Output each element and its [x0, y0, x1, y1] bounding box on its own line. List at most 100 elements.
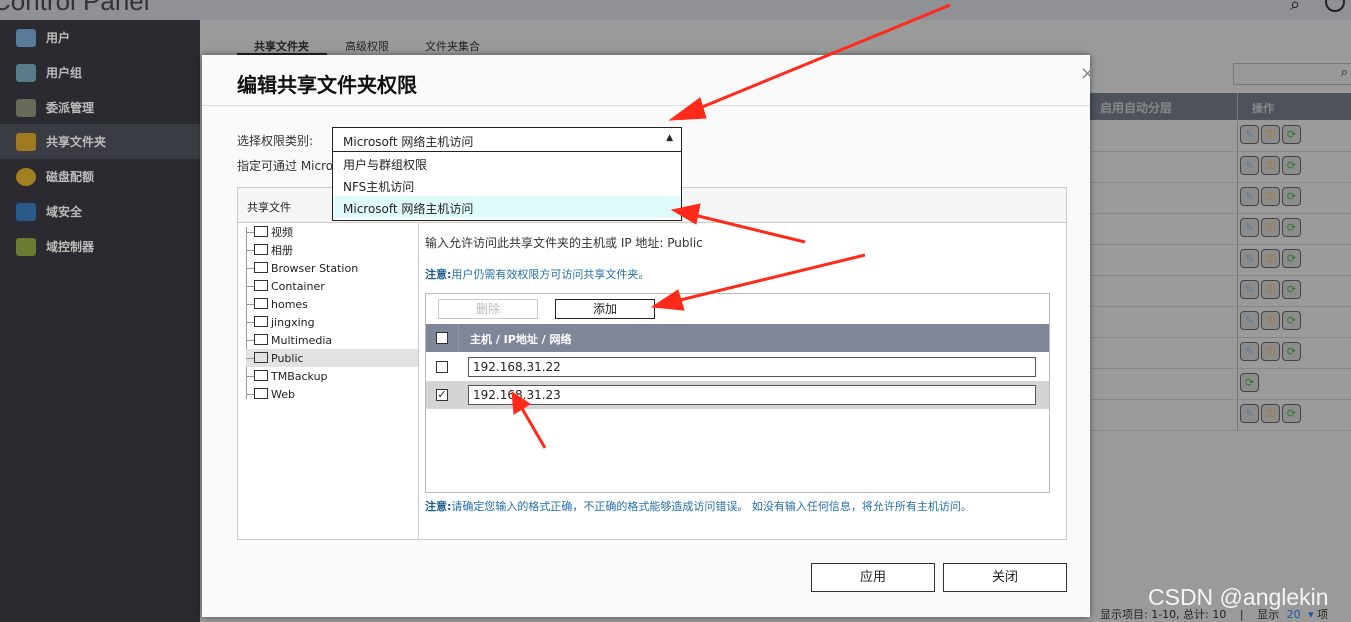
tab-folder-aggregation[interactable]: 文件夹集合 [425, 38, 480, 54]
search-icon: ⌕ [1340, 65, 1348, 80]
edit-icon[interactable]: ✎ [1240, 280, 1259, 299]
refresh-icon[interactable]: ⟳ [1282, 156, 1301, 175]
watermark: CSDN @anglekin [1148, 584, 1329, 610]
refresh-icon[interactable]: ⟳ [1282, 249, 1301, 268]
close-button[interactable]: 关闭 [943, 563, 1067, 592]
sidebar-item-label: 共享文件夹 [46, 135, 107, 149]
col-tiering: 启用自动分层 [1100, 101, 1173, 115]
permission-icon[interactable]: ⚿ [1261, 156, 1280, 175]
add-button[interactable]: 添加 [555, 299, 655, 319]
folder-item[interactable]: Multimedia [246, 331, 418, 349]
domain-controller-icon [16, 237, 36, 256]
search-input[interactable]: ⌕ [1233, 63, 1351, 85]
permission-icon[interactable]: ⚿ [1261, 311, 1280, 330]
edit-icon[interactable]: ✎ [1240, 218, 1259, 237]
edit-icon[interactable]: ✎ [1240, 404, 1259, 423]
host-row: ✓ 192.168.31.23 [426, 381, 1049, 409]
refresh-icon[interactable]: ⟳ [1282, 280, 1301, 299]
refresh-icon[interactable]: ⟳ [1282, 125, 1301, 144]
sidebar-item-delegation[interactable]: 委派管理 [0, 90, 200, 125]
option-user-group[interactable]: 用户与群组权限 [333, 152, 681, 174]
permission-icon[interactable]: ⚿ [1261, 280, 1280, 299]
refresh-icon[interactable]: ⟳ [1282, 218, 1301, 237]
folder-item[interactable]: 视频 [246, 223, 418, 241]
folder-item[interactable]: Web [246, 385, 418, 403]
permission-icon[interactable]: ⚿ [1261, 249, 1280, 268]
table-row [1090, 307, 1351, 338]
folder-label: homes [271, 297, 308, 311]
apply-button[interactable]: 应用 [811, 563, 935, 592]
note-format: 注意:请确定您输入的格式正确，不正确的格式能够造成访问错误。 如没有输入任何信息… [425, 498, 972, 514]
folder-icon [254, 297, 268, 309]
row-actions: ✎ ⚿ ⟳ [1240, 280, 1301, 299]
row-actions: ✎ ⚿ ⟳ [1240, 342, 1301, 361]
refresh-icon[interactable]: ⟳ [1282, 342, 1301, 361]
sidebar-item-shared-folders[interactable]: 共享文件夹 [0, 124, 200, 159]
sidebar-item-domain-controller[interactable]: 域控制器 [0, 229, 200, 264]
option-nfs[interactable]: NFS主机访问 [333, 174, 681, 196]
permission-type-select[interactable]: Microsoft 网络主机访问 ▲ [332, 127, 682, 152]
row-checkbox[interactable]: ✓ [436, 389, 448, 401]
user-group-icon [16, 63, 36, 82]
specify-text: 指定可通过 Micro [237, 159, 334, 173]
user-icon [16, 28, 36, 47]
delete-button[interactable]: 删除 [438, 299, 538, 319]
option-microsoft[interactable]: Microsoft 网络主机访问 [333, 196, 681, 218]
permission-icon[interactable]: ⚿ [1261, 218, 1280, 237]
note-label: 注意: [425, 268, 452, 281]
refresh-icon[interactable]: ⟳ [1282, 187, 1301, 206]
table-row [1090, 369, 1351, 400]
folder-label: Web [271, 387, 295, 401]
sidebar-item-label: 委派管理 [46, 101, 95, 115]
select-all-checkbox[interactable] [436, 332, 448, 344]
folder-item[interactable]: Browser Station [246, 259, 418, 277]
folder-item[interactable]: homes [246, 295, 418, 313]
permission-type-label: 选择权限类别: [237, 134, 314, 148]
folder-item[interactable]: TMBackup [246, 367, 418, 385]
folder-item[interactable]: Container [246, 277, 418, 295]
select-value: Microsoft 网络主机访问 [343, 135, 474, 149]
host-input[interactable]: 192.168.31.23 [468, 385, 1036, 405]
edit-icon[interactable]: ✎ [1240, 342, 1259, 361]
edit-icon[interactable]: ✎ [1240, 187, 1259, 206]
refresh-icon[interactable]: ⟳ [1282, 404, 1301, 423]
close-icon[interactable]: × [1080, 63, 1095, 84]
row-checkbox[interactable] [436, 361, 448, 373]
host-column-header: 主机 / IP地址 / 网络 [470, 333, 572, 346]
edit-icon[interactable]: ✎ [1240, 311, 1259, 330]
edit-icon[interactable]: ✎ [1240, 156, 1259, 175]
refresh-icon[interactable]: ⟳ [1240, 373, 1259, 392]
folder-item[interactable]: Public [246, 349, 418, 367]
host-row: 192.168.31.22 [426, 353, 1049, 381]
host-table-header: 主机 / IP地址 / 网络 [426, 324, 1049, 352]
permission-icon[interactable]: ⚿ [1261, 125, 1280, 144]
info-icon[interactable] [1325, 0, 1345, 12]
folder-icon [254, 225, 268, 237]
search-icon[interactable]: ⌕ [1290, 0, 1300, 15]
table-row [1090, 400, 1351, 431]
sidebar-item-label: 用户组 [46, 66, 83, 80]
folder-item[interactable]: jingxing [246, 313, 418, 331]
sidebar-item-domain-security[interactable]: 域安全 [0, 194, 200, 229]
top-bar: Control Panel ⌕ [0, 0, 1351, 20]
sidebar-item-quota[interactable]: 磁盘配额 [0, 159, 200, 194]
app-title: Control Panel [0, 0, 150, 16]
folder-item[interactable]: 相册 [246, 241, 418, 259]
edit-icon[interactable]: ✎ [1240, 249, 1259, 268]
row-actions: ✎ ⚿ ⟳ [1240, 404, 1301, 423]
caret-up-icon: ▲ [666, 133, 673, 143]
edit-icon[interactable]: ✎ [1240, 125, 1259, 144]
note-label: 注意: [425, 500, 452, 513]
folder-icon [254, 315, 268, 327]
tab-advanced-permissions[interactable]: 高级权限 [345, 38, 389, 54]
permission-icon[interactable]: ⚿ [1261, 187, 1280, 206]
table-row [1090, 245, 1351, 276]
tab-shared-folders[interactable]: 共享文件夹 [254, 38, 309, 54]
divider [202, 105, 1090, 106]
permission-icon[interactable]: ⚿ [1261, 404, 1280, 423]
sidebar-item-users[interactable]: 用户 [0, 20, 200, 55]
refresh-icon[interactable]: ⟳ [1282, 311, 1301, 330]
sidebar-item-user-groups[interactable]: 用户组 [0, 55, 200, 90]
permission-icon[interactable]: ⚿ [1261, 342, 1280, 361]
host-input[interactable]: 192.168.31.22 [468, 357, 1036, 377]
